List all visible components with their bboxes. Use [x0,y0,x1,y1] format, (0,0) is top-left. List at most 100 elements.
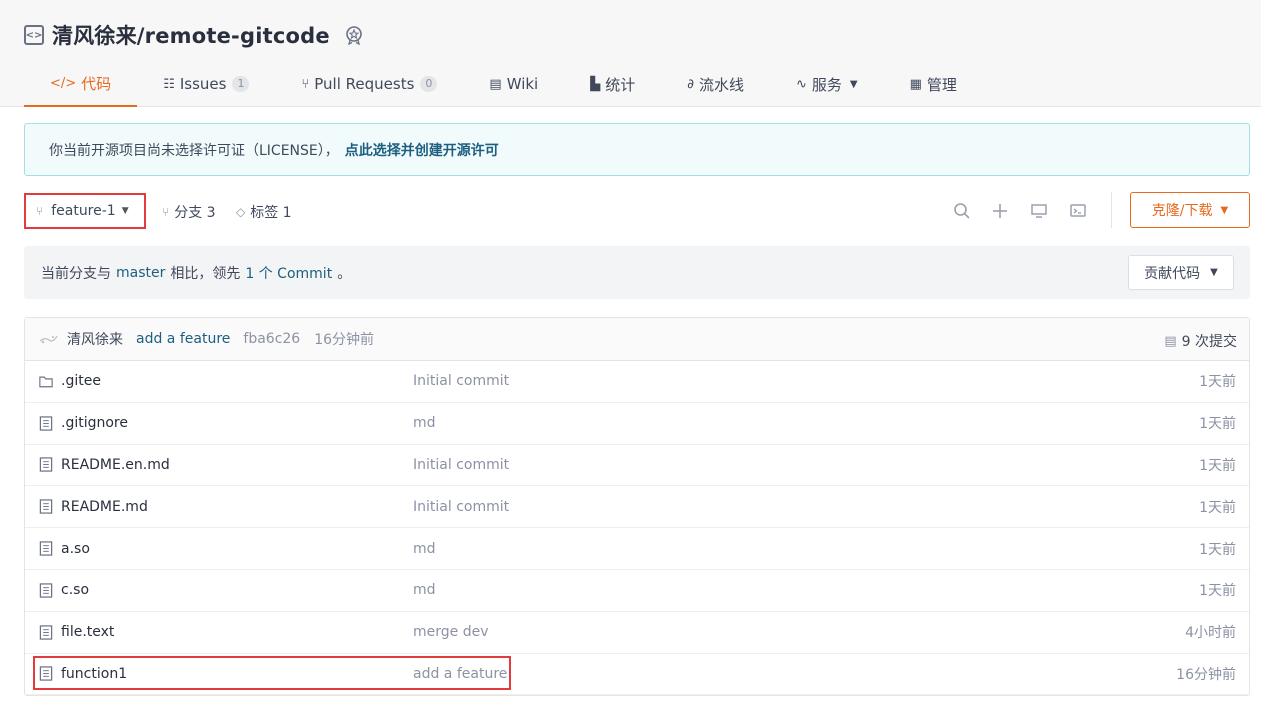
commit-author[interactable]: 清风徐来 [67,329,123,349]
license-notice-text: 你当前开源项目尚未选择许可证（LICENSE）， [49,142,339,159]
file-name[interactable]: .gitignore [61,415,128,431]
file-name[interactable]: function1 [61,666,127,682]
chevron-down-icon: ▼ [1220,204,1229,216]
tab-manage[interactable]: ▦ 管理 [884,62,983,106]
file-commit-message[interactable]: md [413,541,436,557]
tab-label: 代码 [81,75,112,93]
contribute-button[interactable]: 贡献代码 ▼ [1128,255,1234,290]
tab-label: Wiki [506,75,539,93]
chart-icon: ▙ [590,76,601,92]
tab-code[interactable]: </> 代码 [24,62,138,107]
tab-label: 流水线 [698,75,744,94]
file-commit-message[interactable]: add a feature [413,666,507,682]
tab-stats[interactable]: ▙ 统计 [564,62,661,106]
branch-icon: ⑂ [162,205,170,219]
commit-history-link[interactable]: ▤ 9 次提交 [1164,331,1237,351]
table-row[interactable]: .gitee Initial commit 1天前 [25,361,1249,403]
repo-header: <> 清风徐来/remote-gitcode </> 代码 ☷ Issues 1… [0,0,1261,107]
file-time: 4小时前 [1185,625,1236,642]
tags-link[interactable]: ◇ 标签 1 [236,202,292,222]
file-commit-message[interactable]: Initial commit [413,457,509,473]
web-ide-icon[interactable] [1028,202,1050,220]
settings-doc-icon: ▦ [909,76,922,92]
repo-title: <> 清风徐来/remote-gitcode [24,20,364,50]
file-time: 1天前 [1199,374,1236,391]
tab-services[interactable]: ∿ 服务 ▼ [770,62,884,106]
tab-pipeline[interactable]: ∂ 流水线 [661,62,770,106]
avatar[interactable] [37,328,59,350]
file-commit-message[interactable]: md [413,415,436,431]
tab-wiki[interactable]: ▤ Wiki [463,62,564,106]
last-commit-bar: 清风徐来 add a feature fba6c26 16分钟前 ▤ 9 次提交 [25,318,1249,361]
toolbar-divider [1111,192,1112,228]
table-row[interactable]: .gitignore md 1天前 [25,403,1249,445]
tab-issues[interactable]: ☷ Issues 1 [137,62,275,106]
tag-icon: ◇ [236,205,246,219]
branch-name: feature-1 [51,203,116,219]
file-icon [39,416,53,431]
file-commit-message[interactable]: Initial commit [413,373,509,389]
file-time: 1天前 [1199,416,1236,433]
file-time: 1天前 [1199,583,1236,600]
repo-code-icon: <> [24,25,44,45]
repo-toolbar: ⑂ feature-1 ▼ ⑂ 分支 3 ◇ 标签 1 克隆/下载 ▼ [24,192,1250,230]
compare-middle: 相比，领先 [170,265,241,282]
tab-label: 服务 [811,75,842,94]
commit-message[interactable]: add a feature [136,331,230,347]
file-name[interactable]: c.so [61,582,89,598]
tab-label: Issues [179,75,227,93]
branch-compare-bar: 当前分支与 master 相比，领先 1 个 Commit 。 贡献代码 ▼ [24,246,1250,299]
file-icon [39,457,53,473]
ahead-commits-link[interactable]: 1 个 Commit [245,263,332,283]
issues-count-badge: 1 [232,76,250,92]
file-time: 16分钟前 [1176,666,1236,683]
table-row[interactable]: file.text merge dev 4小时前 [25,612,1249,654]
file-icon [39,541,53,556]
compare-prefix: 当前分支与 [41,265,111,282]
code-icon: </> [50,76,77,91]
table-row[interactable]: function1 add a feature 16分钟前 [25,654,1249,696]
search-icon[interactable] [951,202,973,220]
issues-icon: ☷ [163,76,175,92]
file-icon [39,666,53,682]
file-commit-message[interactable]: md [413,582,436,598]
file-commit-message[interactable]: Initial commit [413,499,509,515]
chevron-down-icon: ▼ [849,78,858,90]
table-row[interactable]: README.md Initial commit 1天前 [25,486,1249,529]
file-name[interactable]: README.en.md [61,457,170,473]
file-time: 1天前 [1199,541,1236,558]
branches-link[interactable]: ⑂ 分支 3 [162,202,216,222]
add-file-icon[interactable] [989,202,1011,220]
gvp-badge-icon[interactable] [344,25,364,45]
file-name[interactable]: .gitee [61,373,101,389]
clone-label: 克隆/下载 [1151,203,1213,219]
table-row[interactable]: c.so md 1天前 [25,570,1249,612]
clone-download-button[interactable]: 克隆/下载 ▼ [1130,192,1250,228]
branch-selector[interactable]: ⑂ feature-1 ▼ [24,193,146,229]
tab-pull-requests[interactable]: ⑂ Pull Requests 0 [275,62,463,106]
file-time: 1天前 [1199,457,1236,474]
pr-count-badge: 0 [420,76,438,92]
pull-request-icon: ⑂ [301,76,310,92]
tab-label: Pull Requests [314,75,415,93]
chevron-down-icon: ▼ [121,206,129,216]
terminal-icon[interactable] [1067,202,1089,220]
table-row[interactable]: README.en.md Initial commit 1天前 [25,445,1249,487]
file-name[interactable]: file.text [61,624,114,640]
license-notice: 你当前开源项目尚未选择许可证（LICENSE）， 点此选择并创建开源许可 [24,123,1250,176]
branches-label: 分支 3 [174,205,216,221]
base-branch-link[interactable]: master [116,265,165,281]
book-icon: ▤ [489,76,502,92]
repo-name[interactable]: 清风徐来/remote-gitcode [52,20,330,50]
branch-icon: ⑂ [36,204,44,218]
create-license-link[interactable]: 点此选择并创建开源许可 [345,140,499,160]
file-name[interactable]: README.md [61,499,148,515]
file-icon [39,499,53,514]
commit-sha[interactable]: fba6c26 [243,331,300,347]
table-row[interactable]: a.so md 1天前 [25,528,1249,570]
repo-tabs: </> 代码 ☷ Issues 1 ⑂ Pull Requests 0 ▤ Wi… [24,62,983,107]
file-commit-message[interactable]: merge dev [413,624,489,640]
commit-time: 16分钟前 [314,332,375,348]
file-name[interactable]: a.so [61,541,90,557]
file-list: 清风徐来 add a feature fba6c26 16分钟前 ▤ 9 次提交… [24,317,1250,696]
